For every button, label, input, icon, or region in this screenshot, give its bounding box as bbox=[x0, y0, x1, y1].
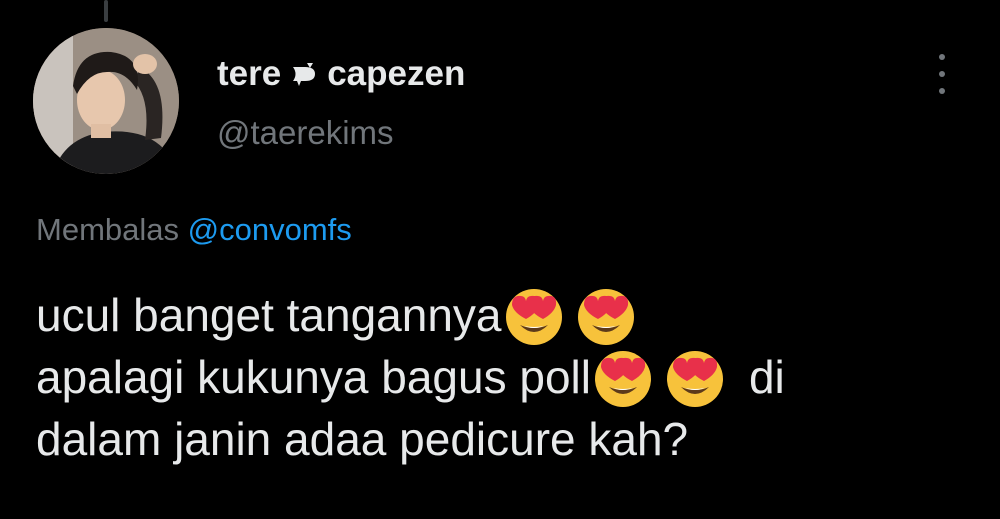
heart-eyes-emoji-icon bbox=[663, 345, 727, 409]
thread-connector-line bbox=[104, 0, 108, 22]
avatar-photo bbox=[33, 28, 179, 174]
tweet-text-line-2: apalagi kukunya bagus poll di bbox=[36, 346, 976, 408]
tweet-text-segment: di bbox=[748, 351, 785, 403]
tweet-text-line-1: ucul banget tangannya bbox=[36, 284, 976, 346]
reply-prefix: Membalas bbox=[36, 212, 179, 247]
more-options-icon[interactable] bbox=[928, 54, 956, 94]
reply-mention-link[interactable]: @convomfs bbox=[188, 212, 352, 247]
tweet-text-segment: dalam janin adaa pedicure kah? bbox=[36, 413, 689, 465]
heart-eyes-emoji-icon bbox=[502, 283, 566, 347]
avatar[interactable] bbox=[33, 28, 179, 174]
tweet-text-segment: apalagi kukunya bagus poll bbox=[36, 351, 591, 403]
cat-paw-icon bbox=[289, 59, 319, 89]
heart-eyes-emoji-icon bbox=[591, 345, 655, 409]
tweet-text: ucul banget tangannya apalagi kukunya ba… bbox=[36, 284, 976, 470]
reply-context: Membalas @convomfs bbox=[36, 212, 352, 248]
display-name[interactable]: tere capezen bbox=[217, 54, 465, 94]
tweet-text-line-3: dalam janin adaa pedicure kah? bbox=[36, 408, 976, 470]
tweet-text-segment: ucul banget tangannya bbox=[36, 289, 502, 341]
heart-eyes-emoji-icon bbox=[574, 283, 638, 347]
display-name-second: capezen bbox=[327, 54, 466, 93]
user-handle[interactable]: @taerekims bbox=[217, 114, 394, 152]
display-name-first: tere bbox=[217, 54, 282, 93]
